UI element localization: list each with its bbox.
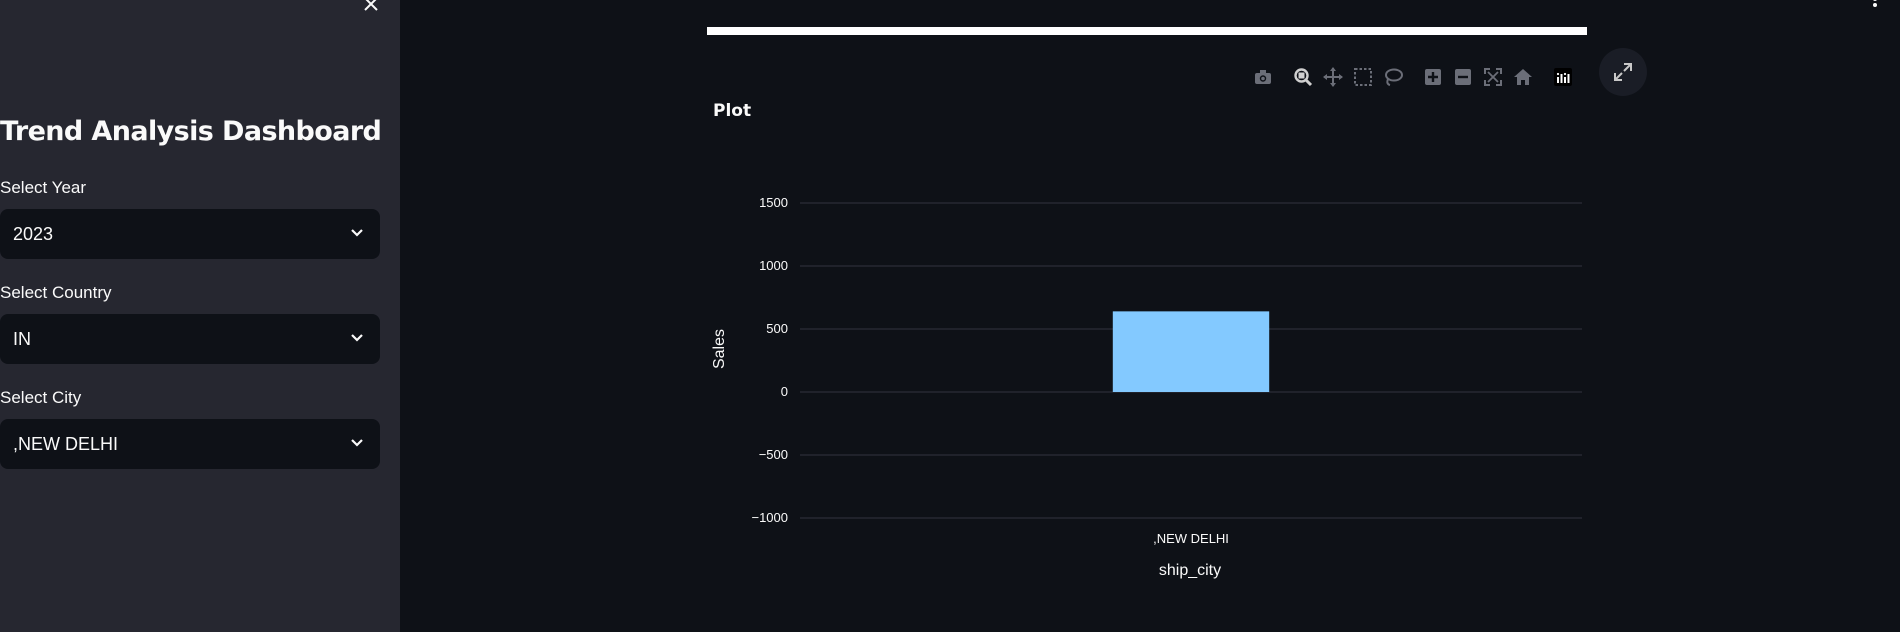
autoscale-icon[interactable] bbox=[1482, 66, 1504, 88]
sidebar: Trend Analysis Dashboard Select Year 202… bbox=[0, 0, 400, 632]
zoom-in-icon[interactable] bbox=[1422, 66, 1444, 88]
reset-axes-icon[interactable] bbox=[1512, 66, 1534, 88]
camera-icon[interactable] bbox=[1252, 66, 1274, 88]
box-select-icon[interactable] bbox=[1352, 66, 1374, 88]
fullscreen-button[interactable] bbox=[1599, 48, 1647, 96]
chart-title: Plot bbox=[713, 101, 751, 121]
x-tick-label: ,NEW DELHI bbox=[1153, 531, 1229, 546]
year-label: Select Year bbox=[0, 178, 87, 197]
chevron-down-icon bbox=[351, 334, 363, 342]
y-axis-title: Sales bbox=[711, 329, 728, 369]
sidebar-title: Trend Analysis Dashboard bbox=[0, 116, 382, 147]
expand-icon bbox=[1614, 63, 1632, 81]
city-label: Select City bbox=[0, 388, 82, 407]
city-select-value: ,NEW DELHI bbox=[13, 434, 119, 454]
year-select-value: 2023 bbox=[13, 224, 54, 244]
y-tick-label: 1000 bbox=[759, 258, 788, 273]
bar[interactable] bbox=[1112, 311, 1270, 392]
bar-chart: Plot 1500 1000 500 0 −500 −1000 ,NEW DELHI shi… bbox=[711, 101, 1582, 579]
country-select-value: IN bbox=[13, 329, 31, 349]
close-sidebar-button[interactable] bbox=[358, 0, 384, 16]
y-tick-label: 500 bbox=[766, 321, 788, 336]
y-tick-label: −1000 bbox=[751, 510, 788, 525]
main-menu-icon[interactable] bbox=[1870, 0, 1880, 12]
zoom-icon[interactable] bbox=[1292, 66, 1314, 88]
chevron-down-icon bbox=[351, 229, 363, 237]
country-select[interactable]: IN bbox=[0, 314, 380, 364]
plot-modebar bbox=[1250, 66, 1580, 90]
y-tick-label: −500 bbox=[759, 447, 788, 462]
chevron-down-icon bbox=[351, 439, 363, 447]
country-label: Select Country bbox=[0, 283, 112, 302]
top-divider-bar bbox=[707, 27, 1587, 35]
close-icon bbox=[364, 0, 378, 11]
y-tick-label: 1500 bbox=[759, 195, 788, 210]
y-tick-label: 0 bbox=[781, 384, 788, 399]
city-select[interactable]: ,NEW DELHI bbox=[0, 419, 380, 469]
lasso-select-icon[interactable] bbox=[1382, 66, 1404, 88]
x-axis-title: ship_city bbox=[1159, 562, 1221, 579]
zoom-out-icon[interactable] bbox=[1452, 66, 1474, 88]
plotly-logo-icon[interactable] bbox=[1552, 66, 1574, 88]
year-select[interactable]: 2023 bbox=[0, 209, 380, 259]
pan-icon[interactable] bbox=[1322, 66, 1344, 88]
